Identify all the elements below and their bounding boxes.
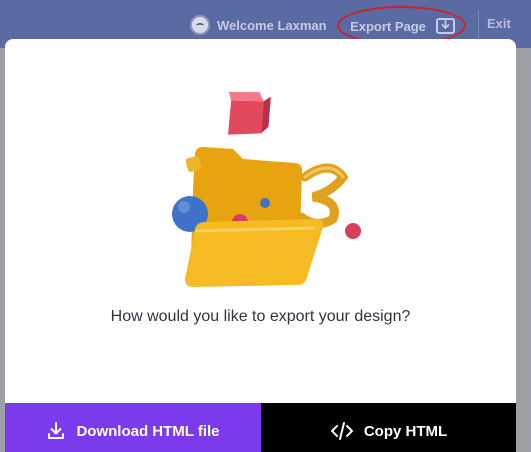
header-divider: [478, 10, 479, 40]
exit-button[interactable]: Exit: [487, 16, 511, 31]
download-html-button[interactable]: Download HTML file: [5, 403, 261, 452]
download-html-label: Download HTML file: [76, 422, 220, 440]
code-icon: [330, 422, 353, 440]
export-modal: How would you like to export your design…: [5, 39, 516, 452]
folder-illustration-icon: [172, 91, 361, 287]
user-avatar-icon[interactable]: [190, 15, 210, 35]
export-question: How would you like to export your design…: [110, 308, 411, 325]
welcome-text: Welcome Laxman: [217, 17, 327, 33]
welcome-area: Welcome Laxman: [190, 14, 327, 36]
copy-html-button[interactable]: Copy HTML: [261, 403, 516, 452]
background-page-edge: [516, 48, 531, 452]
copy-html-label: Copy HTML: [363, 422, 448, 440]
download-icon: [48, 422, 65, 439]
